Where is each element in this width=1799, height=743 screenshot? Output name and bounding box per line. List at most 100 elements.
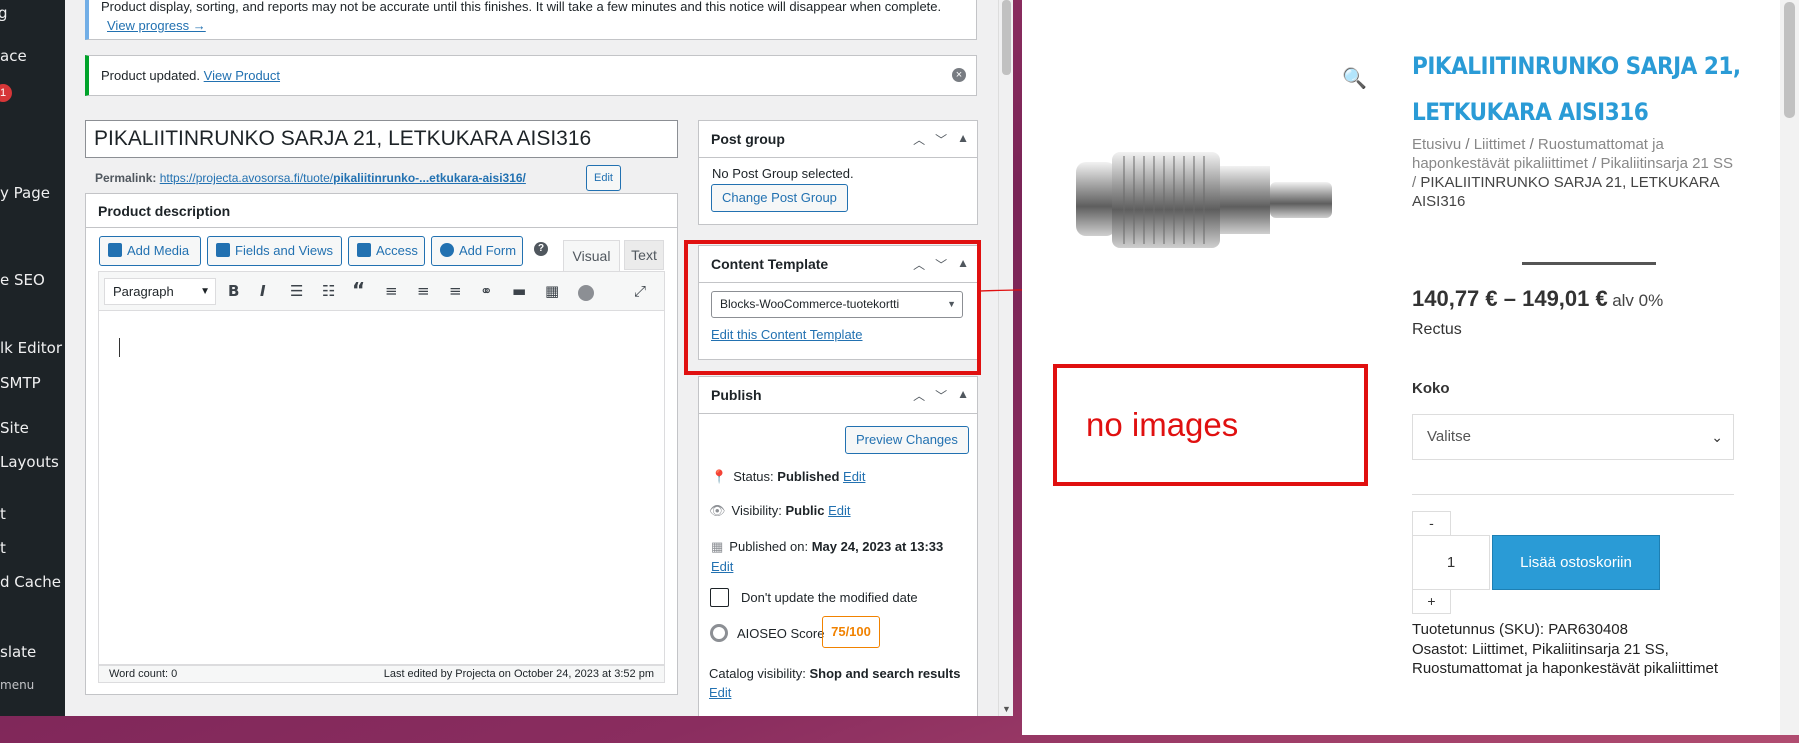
scroll-down-icon[interactable]: ▼ <box>1002 704 1011 714</box>
catalog-edit-link[interactable]: Edit <box>709 685 731 700</box>
add-to-cart-button[interactable]: Lisää ostoskoriin <box>1492 535 1660 590</box>
align-left-icon[interactable]: ≡ <box>385 282 398 300</box>
bullet-list-icon[interactable]: ☰ <box>290 282 303 300</box>
menu-item[interactable]: t <box>0 539 6 557</box>
breadcrumb-separator: / <box>1465 136 1470 153</box>
post-title-input[interactable]: PIKALIITINRUNKO SARJA 21, LETKUKARA AISI… <box>85 120 678 158</box>
qty-input[interactable]: 1 <box>1412 535 1490 590</box>
search-icon[interactable]: 🔍 <box>1342 66 1367 91</box>
read-more-icon[interactable]: ▬ <box>512 282 526 300</box>
add-form-button[interactable]: Add Form <box>431 236 523 266</box>
help-icon[interactable]: ? <box>534 242 548 256</box>
size-select[interactable]: Valitse ⌄ <box>1412 414 1734 460</box>
scrollbar-thumb[interactable] <box>1784 2 1795 118</box>
access-button[interactable]: Access <box>348 236 425 266</box>
numbered-list-icon[interactable]: ☷ <box>322 282 335 300</box>
menu-item[interactable]: e SEO <box>0 271 45 289</box>
menu-item[interactable]: y Page <box>0 184 50 202</box>
link-icon[interactable]: ⚭ <box>480 282 493 300</box>
blockquote-icon[interactable]: “ <box>352 278 365 302</box>
menu-item[interactable]: ace <box>0 47 27 65</box>
italic-icon[interactable]: I <box>260 282 266 300</box>
divider <box>1522 262 1656 265</box>
data-update-notice: Product display, sorting, and reports ma… <box>85 0 977 40</box>
menu-item[interactable]: d Cache <box>0 573 61 591</box>
brand-name: Rectus <box>1412 321 1462 338</box>
breadcrumb-separator: / <box>1592 155 1597 172</box>
align-center-icon[interactable]: ≡ <box>417 282 430 300</box>
qty-plus-button[interactable]: + <box>1412 590 1451 614</box>
status-edit-link[interactable]: Edit <box>843 469 865 484</box>
tab-text[interactable]: Text <box>624 240 664 270</box>
breadcrumb-separator: / <box>1412 174 1417 191</box>
breadcrumb-link[interactable]: Pikaliitinsarja 21 SS <box>1600 155 1733 172</box>
toggle-icon[interactable]: ▲ <box>957 387 969 404</box>
product-image[interactable] <box>1072 138 1342 263</box>
menu-item[interactable]: slate <box>0 643 36 661</box>
breadcrumb-link[interactable]: Liittimet <box>1474 136 1526 153</box>
price-row: 140,77 € – 149,01 € alv 0% <box>1412 286 1663 312</box>
admin-sidebar: g ace 1 y Page e SEO lk Editor SMTP Site… <box>0 0 65 716</box>
aioseo-label: AIOSEO Score <box>737 626 825 641</box>
scrollbar[interactable] <box>1780 0 1799 735</box>
menu-item[interactable]: Layouts <box>0 453 59 471</box>
annotation-note-text: no images <box>1086 406 1239 443</box>
chevron-down-icon[interactable]: ﹀ <box>935 131 947 148</box>
menu-item[interactable]: Site <box>0 419 29 437</box>
published-on-row: ▦ Published on: May 24, 2023 at 13:33 Edi… <box>711 537 971 577</box>
scrollbar-thumb[interactable] <box>1002 0 1011 75</box>
yoast-icon[interactable] <box>578 285 594 301</box>
chevron-up-icon[interactable]: ︿ <box>913 387 925 404</box>
visibility-edit-link[interactable]: Edit <box>828 503 850 518</box>
menu-item[interactable]: SMTP <box>0 374 41 392</box>
format-value: Paragraph <box>113 284 174 299</box>
chevron-down-icon: ⌄ <box>1711 429 1723 445</box>
dont-update-checkbox[interactable] <box>710 588 729 607</box>
view-progress-link[interactable]: View progress → <box>107 18 206 33</box>
pin-icon: 📍 <box>711 469 728 484</box>
notice-text: Product updated. <box>101 68 201 83</box>
notice-text: Product display, sorting, and reports ma… <box>101 0 942 14</box>
product-price: 140,77 € – 149,01 € <box>1412 286 1608 311</box>
box-controls[interactable]: ︿ ﹀ ▲ <box>913 131 969 148</box>
permalink-edit-button[interactable]: Edit <box>586 165 621 191</box>
product-title-line: LETKUKARA AISI316 <box>1412 98 1649 126</box>
box-controls[interactable]: ︿ ﹀ ▲ <box>913 387 969 404</box>
align-right-icon[interactable]: ≡ <box>449 282 462 300</box>
menu-item[interactable]: g <box>0 4 8 22</box>
change-post-group-button[interactable]: Change Post Group <box>711 184 848 212</box>
dont-update-label: Don't update the modified date <box>741 590 918 605</box>
fullscreen-icon[interactable]: ⤢ <box>634 282 646 300</box>
menu-item[interactable]: lk Editor <box>0 339 62 357</box>
categories-row: Osastot: Liittimet, Pikaliitinsarja 21 S… <box>1412 640 1742 678</box>
visibility-label: Visibility: <box>731 503 782 518</box>
dismiss-icon[interactable]: × <box>952 68 966 82</box>
fields-views-button[interactable]: Fields and Views <box>207 236 342 266</box>
aioseo-score-badge[interactable]: 75/100 <box>822 616 880 648</box>
breadcrumb-link[interactable]: Etusivu <box>1412 136 1461 153</box>
chevron-up-icon[interactable]: ︿ <box>913 131 925 148</box>
permalink-url[interactable]: https://projecta.avosorsa.fi/tuote/pikal… <box>160 171 526 185</box>
preview-changes-button[interactable]: Preview Changes <box>845 426 969 454</box>
no-post-group-text: No Post Group selected. <box>712 166 854 181</box>
product-title-line: PIKALIITINRUNKO SARJA 21, <box>1412 52 1741 80</box>
permalink-slug: pikaliitinrunko-...etkukara-aisi316/ <box>333 171 526 185</box>
toggle-icon[interactable]: ▲ <box>957 131 969 148</box>
size-label: Koko <box>1412 380 1450 397</box>
published-edit-link[interactable]: Edit <box>711 559 733 574</box>
catalog-label: Catalog visibility: <box>709 666 806 681</box>
tab-visual[interactable]: Visual <box>563 240 620 272</box>
toolbar-toggle-icon[interactable]: ▦ <box>545 282 559 300</box>
collapse-menu-button[interactable]: menu <box>0 678 34 692</box>
add-media-button[interactable]: Add Media <box>99 236 201 266</box>
format-select[interactable]: Paragraph ▼ <box>104 278 216 305</box>
visibility-value: Public <box>785 503 825 518</box>
qty-minus-button[interactable]: - <box>1412 511 1451 535</box>
view-product-link[interactable]: View Product <box>204 68 280 83</box>
breadcrumb-separator: / <box>1529 136 1534 153</box>
menu-item[interactable]: t <box>0 505 6 523</box>
bold-icon[interactable]: B <box>228 282 239 300</box>
chevron-down-icon[interactable]: ﹀ <box>935 387 947 404</box>
catalog-visibility-row: Catalog visibility: Shop and search resu… <box>709 664 974 702</box>
editor-content-area[interactable] <box>98 311 665 665</box>
